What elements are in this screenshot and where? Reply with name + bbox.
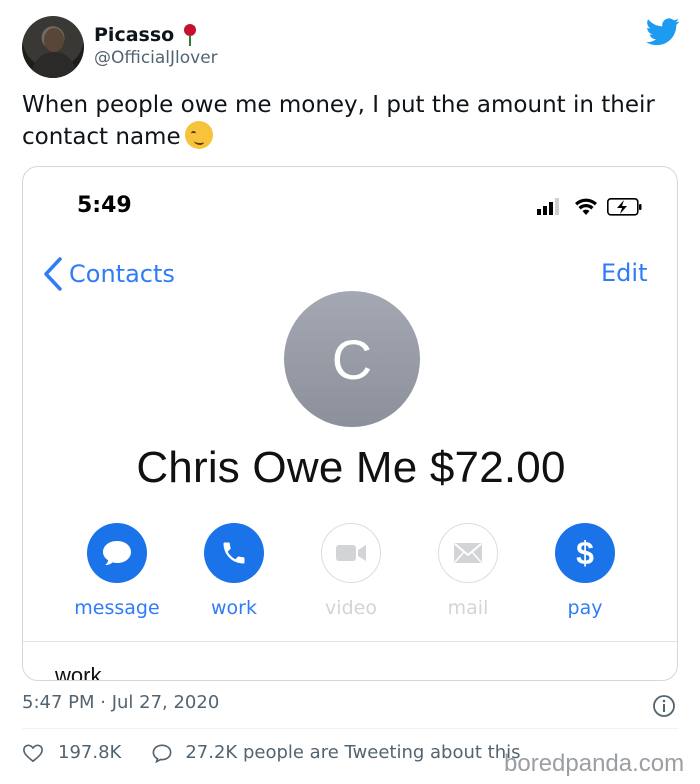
info-icon[interactable] [652,694,676,718]
rose-icon [182,24,198,46]
woozy-face-icon [184,121,213,149]
action-message[interactable]: message [67,523,167,619]
divider [23,641,677,642]
tweeting-count[interactable]: 27.2K people are Tweeting about this [185,742,520,763]
call-button[interactable] [204,523,264,583]
dollar-icon: $ [576,534,594,571]
tweet: Picasso @OfficialJlover When people owe … [0,0,700,784]
author-name-row[interactable]: Picasso [94,24,198,46]
chevron-left-icon [44,257,62,291]
pay-button[interactable]: $ [555,523,615,583]
tweet-media[interactable]: 5:49 Contacts Edit C Chris Owe Me $72.00… [22,166,678,681]
heart-icon[interactable] [22,743,44,763]
signal-icon [537,198,559,215]
action-work[interactable]: work [184,523,284,619]
mail-icon [454,543,482,563]
tweet-stats: 197.8K 27.2K people are Tweeting about t… [22,742,521,763]
message-button[interactable] [87,523,147,583]
contact-actions: message work video mail $ pay [23,523,677,623]
footer-divider [22,728,678,729]
field-label-work: work [55,663,102,681]
mail-button [438,523,498,583]
status-icons [537,198,642,216]
action-label: video [325,597,377,619]
contact-avatar: C [284,291,420,427]
reply-bubble-icon[interactable] [151,743,173,763]
like-count[interactable]: 197.8K [58,742,121,763]
status-time: 5:49 [77,193,132,218]
tweet-body: When people owe me money, I put the amou… [22,92,655,150]
video-icon [336,545,366,561]
phone-icon [223,542,245,564]
action-label: pay [567,597,603,619]
tweet-timestamp[interactable]: 5:47 PM · Jul 27, 2020 [22,692,219,713]
contact-name: Chris Owe Me $72.00 [136,443,566,492]
battery-charging-icon [607,198,642,216]
author-name[interactable]: Picasso [94,24,174,46]
message-icon [103,541,131,566]
action-label: mail [447,597,489,619]
action-mail: mail [418,523,518,619]
wifi-icon [575,198,597,215]
video-button [321,523,381,583]
author-avatar[interactable] [22,16,84,78]
tweet-text: When people owe me money, I put the amou… [22,90,672,153]
edit-button[interactable]: Edit [601,259,647,287]
back-label: Contacts [69,260,175,288]
back-button[interactable]: Contacts [43,257,175,291]
action-pay[interactable]: $ pay [535,523,635,619]
action-label: work [211,597,257,619]
author-handle[interactable]: @OfficialJlover [94,48,218,68]
action-video: video [301,523,401,619]
action-label: message [74,597,160,619]
watermark: boredpanda.com [504,750,685,777]
twitter-bird-icon[interactable] [646,18,680,46]
